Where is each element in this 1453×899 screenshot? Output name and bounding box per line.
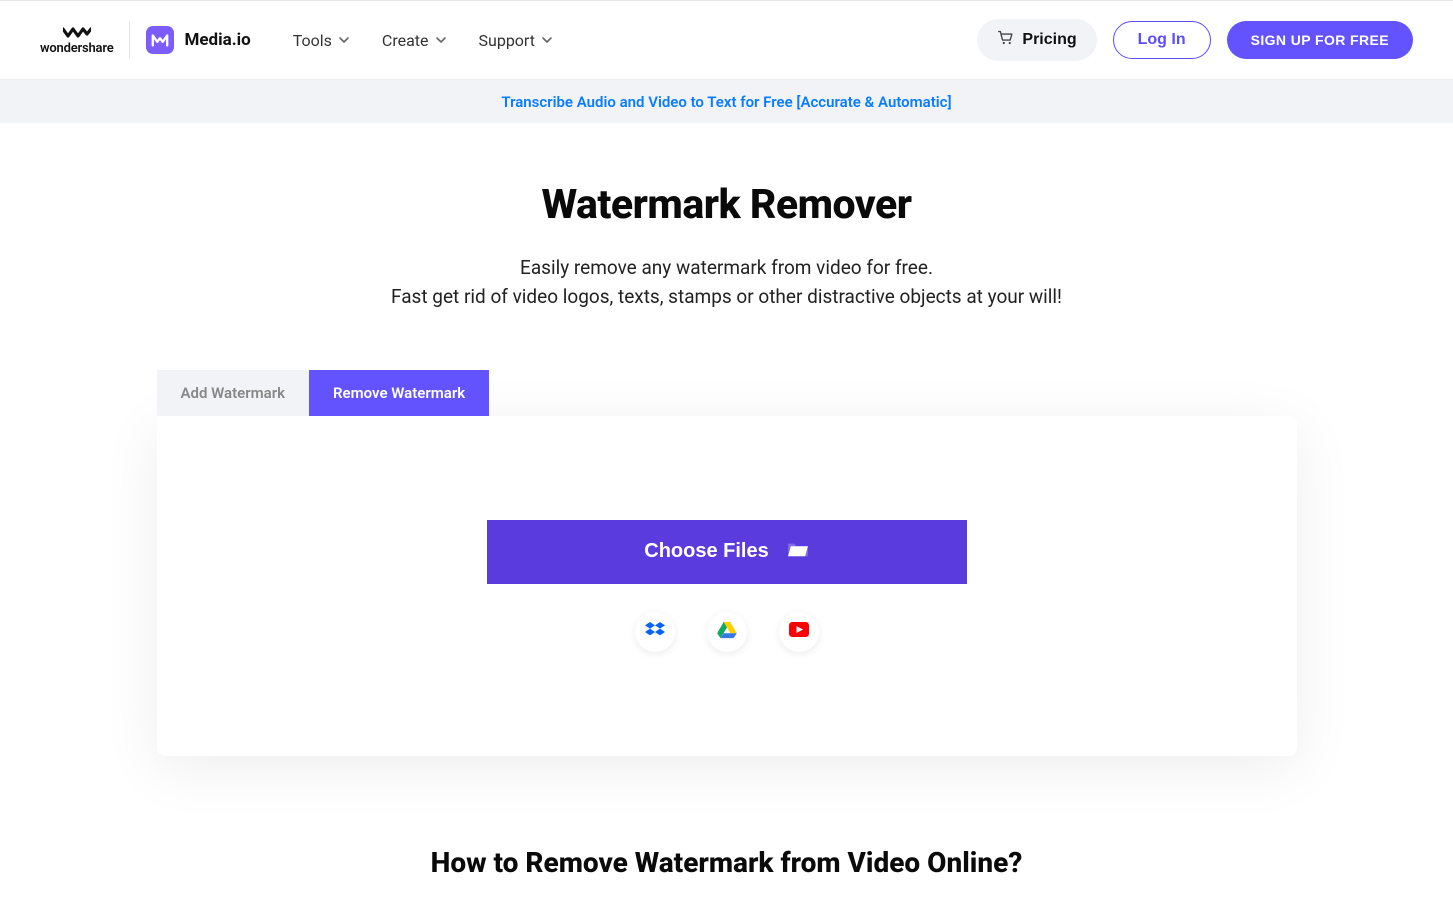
promo-link[interactable]: Transcribe Audio and Video to Text for F… [501, 93, 951, 111]
hero-section: Watermark Remover Easily remove any wate… [0, 123, 1453, 312]
promo-banner: Transcribe Audio and Video to Text for F… [0, 80, 1453, 123]
howto-heading: How to Remove Watermark from Video Onlin… [0, 846, 1453, 899]
header-actions: Pricing Log In SIGN UP FOR FREE [977, 19, 1413, 61]
wondershare-logo[interactable]: wondershare [40, 25, 113, 56]
chevron-down-icon [435, 34, 447, 46]
hero-description: Easily remove any watermark from video f… [0, 253, 1453, 312]
nav-support-label: Support [479, 31, 535, 50]
tab-add-watermark[interactable]: Add Watermark [157, 370, 310, 416]
wondershare-mark-icon [63, 25, 91, 39]
google-drive-source-button[interactable] [707, 612, 747, 652]
cart-icon [997, 29, 1014, 51]
mediaio-logo[interactable]: Media.io [146, 26, 250, 54]
signup-label: SIGN UP FOR FREE [1251, 32, 1389, 48]
youtube-source-button[interactable] [779, 612, 819, 652]
upload-source-row [635, 612, 819, 652]
page-title: Watermark Remover [0, 181, 1453, 229]
chevron-down-icon [338, 34, 350, 46]
dropbox-source-button[interactable] [635, 612, 675, 652]
pricing-label: Pricing [1022, 31, 1076, 49]
folder-icon [787, 540, 809, 564]
brand-divider [129, 22, 130, 58]
nav-support[interactable]: Support [479, 31, 553, 50]
nav-tools-label: Tools [293, 31, 332, 50]
tab-bar: Add Watermark Remove Watermark [157, 370, 1297, 416]
chevron-down-icon [541, 34, 553, 46]
choose-files-label: Choose Files [644, 540, 768, 563]
login-label: Log In [1138, 31, 1186, 48]
brand-group: wondershare Media.io [40, 22, 251, 58]
nav-tools[interactable]: Tools [293, 31, 350, 50]
nav-create-label: Create [382, 31, 429, 50]
login-button[interactable]: Log In [1113, 21, 1211, 59]
dropbox-icon [645, 621, 665, 642]
upload-card: Choose Files [157, 416, 1297, 756]
nav-create[interactable]: Create [382, 31, 447, 50]
mediaio-icon [146, 26, 174, 54]
youtube-icon [789, 622, 809, 641]
pricing-button[interactable]: Pricing [977, 19, 1096, 61]
tool-area: Add Watermark Remove Watermark Choose Fi… [157, 370, 1297, 756]
signup-button[interactable]: SIGN UP FOR FREE [1227, 21, 1413, 59]
hero-desc-line2: Fast get rid of video logos, texts, stam… [391, 285, 1062, 308]
hero-desc-line1: Easily remove any watermark from video f… [520, 256, 933, 279]
choose-files-button[interactable]: Choose Files [487, 520, 967, 584]
mediaio-text: Media.io [184, 30, 250, 50]
tab-remove-watermark[interactable]: Remove Watermark [309, 370, 489, 416]
top-navbar: wondershare Media.io Tools Create Suppor… [0, 0, 1453, 80]
main-nav: Tools Create Support [293, 31, 553, 50]
google-drive-icon [717, 621, 737, 643]
wondershare-text: wondershare [40, 41, 113, 56]
